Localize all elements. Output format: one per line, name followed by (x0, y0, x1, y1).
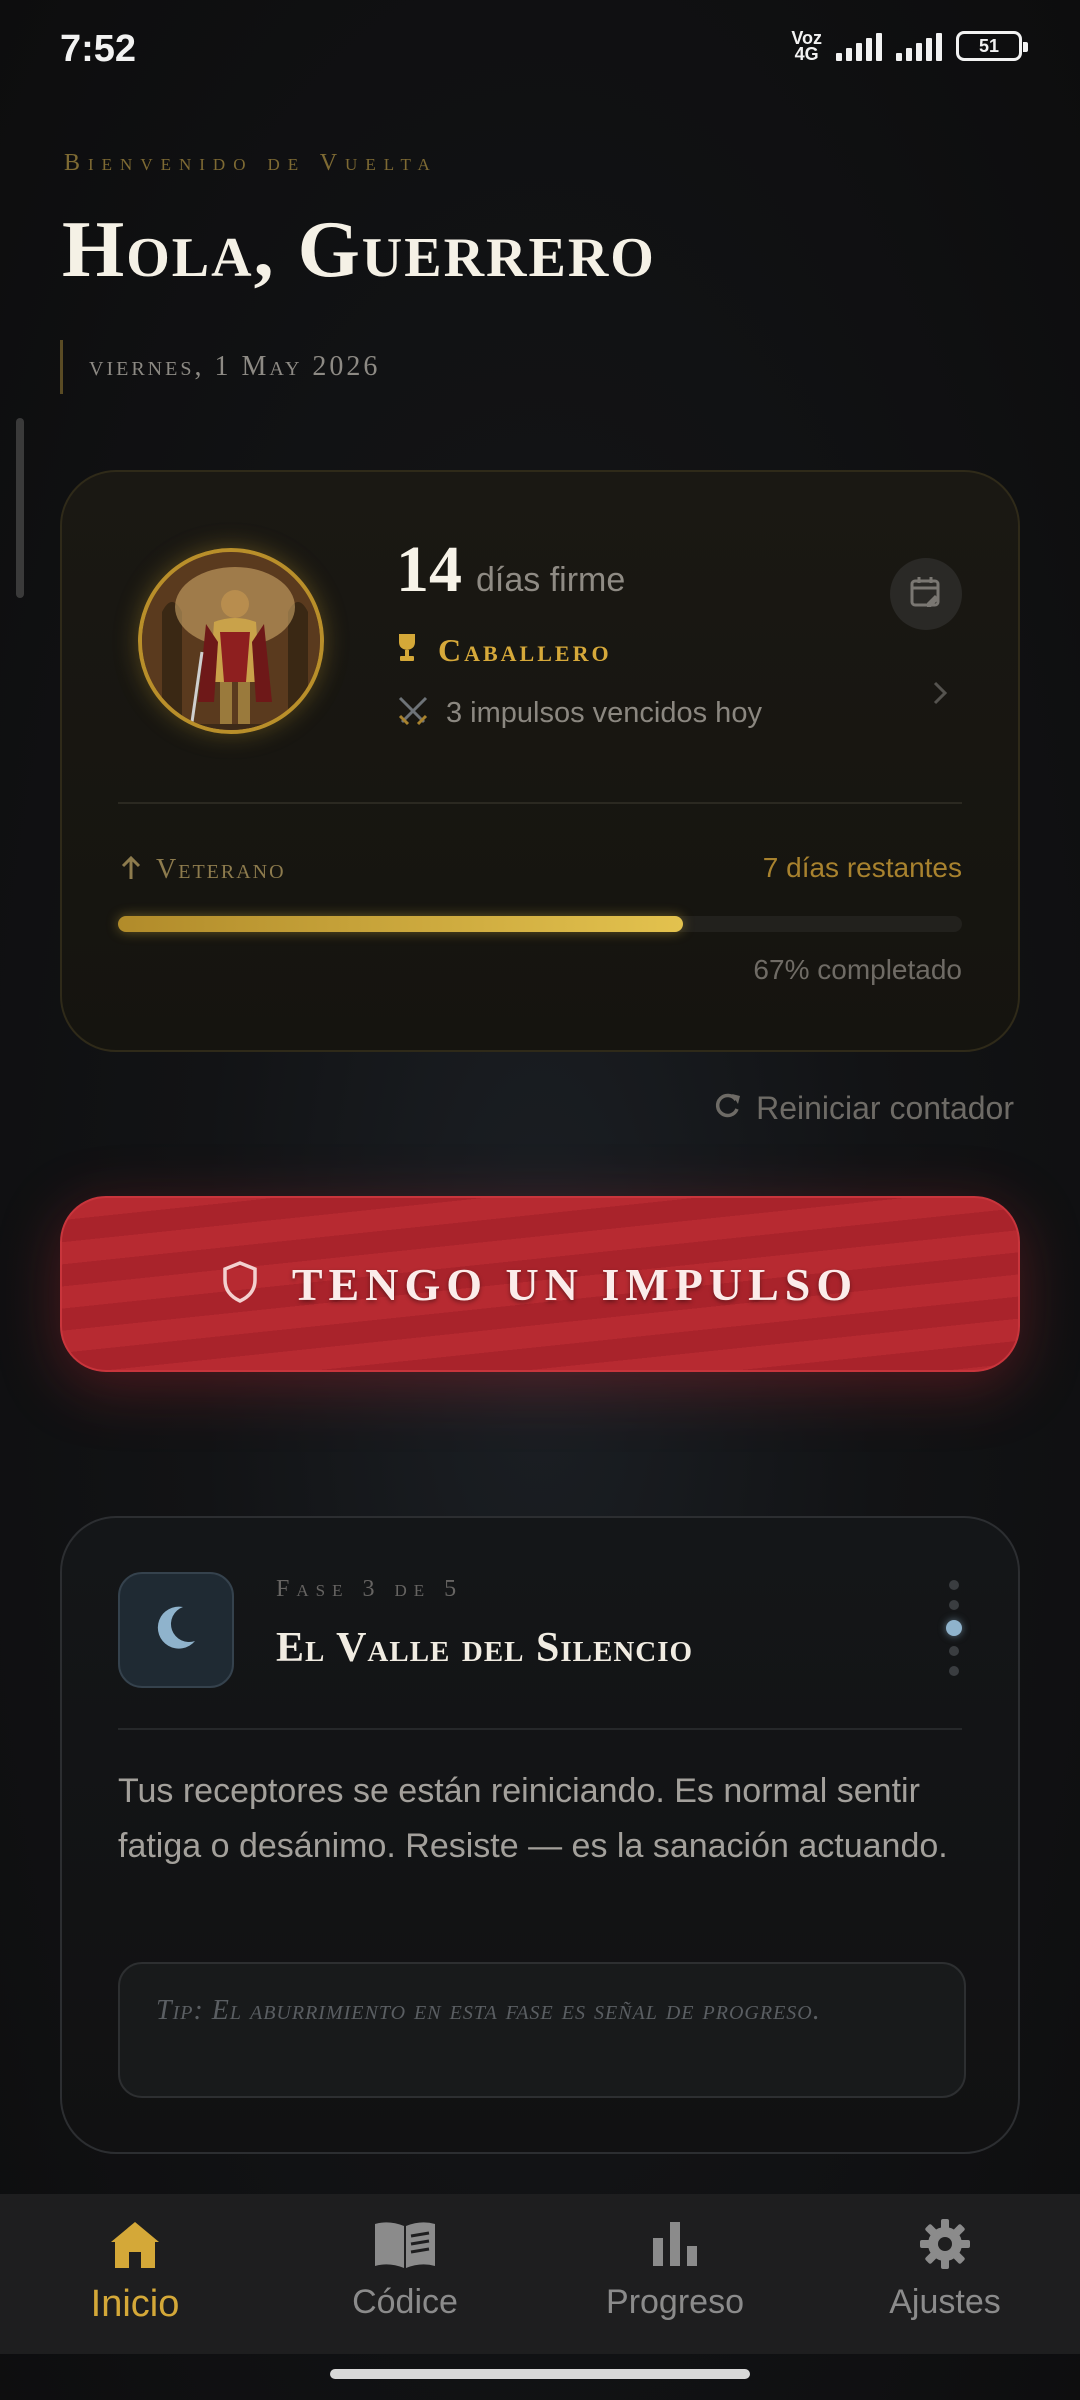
nav-label-codice: Códice (352, 2283, 458, 2321)
urge-button[interactable]: TENGO UN IMPULSO (60, 1196, 1020, 1372)
phase-tip-text: Tip: El aburrimiento en esta fase es señ… (156, 1995, 821, 2026)
status-time: 7:52 (60, 28, 137, 70)
home-indicator[interactable] (330, 2369, 750, 2379)
network-type-bottom: 4G (794, 44, 819, 64)
status-icons: Voz 4G 51 (791, 29, 1028, 64)
date-row: viernes, 1 May 2026 (60, 340, 380, 394)
nav-item-ajustes[interactable]: Ajustes (810, 2194, 1080, 2354)
streak-days-count: 14 (396, 533, 462, 606)
phase-divider (118, 1728, 962, 1730)
network-type-indicator: Voz 4G (791, 29, 822, 64)
next-rank-name: Veterano (156, 854, 286, 885)
rank-row: Caballero (396, 632, 612, 669)
phase-card: Fase 3 de 5 El Valle del Silencio Tus re… (60, 1516, 1020, 2154)
next-rank-row: Veterano (120, 854, 286, 886)
streak-days-label: días firme (476, 561, 626, 599)
bottom-nav: Inicio Códice Progreso Ajustes (0, 2194, 1080, 2354)
welcome-label: Bienvenido de Vuelta (64, 150, 438, 176)
rank-progress-fill (118, 916, 684, 932)
phase-tip: Tip: El aburrimiento en esta fase es señ… (118, 1962, 966, 2098)
gear-icon (919, 2218, 971, 2275)
urges-row: 3 impulsos vencidos hoy (396, 694, 762, 733)
reset-counter-button[interactable]: Reiniciar contador (712, 1090, 1014, 1127)
rank-name: Caballero (438, 632, 612, 668)
crossed-swords-icon (396, 694, 430, 733)
page-title: Hola, Guerrero (62, 206, 656, 294)
arrow-up-icon (120, 855, 142, 886)
current-date: viernes, 1 May 2026 (89, 351, 381, 382)
reset-counter-label: Reiniciar contador (756, 1090, 1014, 1126)
nav-label-ajustes: Ajustes (889, 2283, 1001, 2321)
nav-item-inicio[interactable]: Inicio (0, 2194, 270, 2354)
rank-progress-bar (118, 916, 962, 932)
shield-icon (222, 1260, 258, 1309)
moon-icon (151, 1603, 201, 1658)
phase-description: Tus receptores se están reiniciando. Es … (118, 1772, 948, 1865)
scroll-indicator[interactable] (16, 418, 24, 598)
nav-label-progreso: Progreso (606, 2283, 744, 2321)
battery-level: 51 (978, 35, 1000, 56)
streak-days-row: 14 días firme (396, 532, 625, 608)
phase-title: El Valle del Silencio (276, 1625, 694, 1671)
nav-label-inicio: Inicio (90, 2283, 180, 2325)
urges-defeated-text: 3 impulsos vencidos hoy (446, 697, 762, 729)
streak-card[interactable]: 14 días firme Caballero 3 impulsos venci… (60, 470, 1020, 1052)
nav-item-codice[interactable]: Códice (270, 2194, 540, 2354)
progress-completed-text: 67% completado (753, 954, 962, 985)
status-bar: 7:52 Voz 4G 51 (0, 0, 1080, 100)
card-divider (118, 802, 962, 804)
bar-chart-icon (649, 2218, 701, 2275)
refresh-icon (712, 1091, 742, 1126)
days-remaining: 7 días restantes (762, 852, 962, 883)
battery-icon: 51 (956, 31, 1028, 61)
trophy-icon (396, 632, 418, 669)
phase-icon-box (118, 1572, 234, 1688)
calendar-edit-icon (909, 575, 943, 614)
knight-avatar (138, 548, 324, 734)
phase-progress-dots (946, 1580, 962, 1676)
signal-icon-2 (896, 31, 942, 61)
chevron-right-icon[interactable] (932, 680, 948, 711)
edit-start-date-button[interactable] (890, 558, 962, 630)
urge-button-label: TENGO UN IMPULSO (291, 1258, 859, 1310)
home-icon (109, 2218, 161, 2275)
nav-item-progreso[interactable]: Progreso (540, 2194, 810, 2354)
signal-icon (836, 31, 882, 61)
phase-step: Fase 3 de 5 (276, 1576, 464, 1602)
book-icon (373, 2218, 437, 2275)
